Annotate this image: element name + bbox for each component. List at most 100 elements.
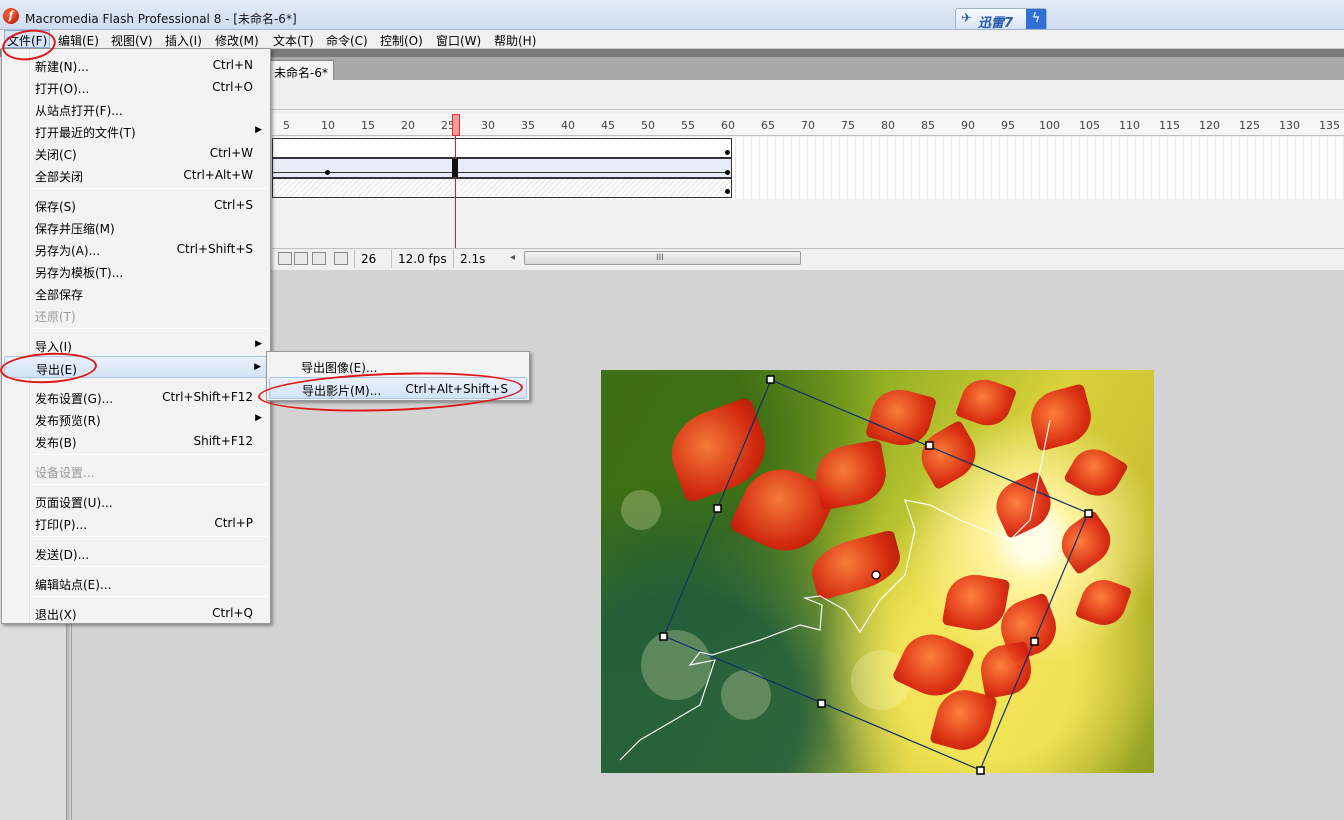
elapsed-time-readout: 2.1s — [453, 250, 491, 268]
ruler-frame-number: 60 — [721, 119, 735, 132]
file-menu-item[interactable]: 从站点打开(F)... — [4, 98, 269, 120]
document-tab[interactable]: 未命名-6* — [268, 60, 334, 80]
file-menu-dropdown: 新建(N)... Ctrl+N 打开(O)... Ctrl+O 从站点打开(F)... 打… — [1, 48, 271, 624]
menu-bar: 文件(F) 编辑(E) 视图(V) 插入(I) 修改(M) 文本(T) 命令(C… — [0, 30, 1344, 49]
flash-app-icon[interactable]: f — [3, 8, 19, 24]
ruler-frame-number: 20 — [401, 119, 415, 132]
ruler-frame-number: 95 — [1001, 119, 1015, 132]
menu-window[interactable]: 窗口(W) — [436, 32, 481, 49]
keyframe-dot[interactable] — [725, 189, 730, 194]
menu-item-label: 另存为(A)... — [35, 244, 101, 258]
menu-separator — [32, 596, 268, 597]
menu-item-shortcut: Ctrl+Shift+F12 — [162, 390, 253, 404]
file-menu-item[interactable]: 发布预览(R) ▶ — [4, 408, 269, 430]
file-menu-item[interactable]: 新建(N)... Ctrl+N — [4, 54, 269, 76]
file-menu-item[interactable]: 打开(O)... Ctrl+O — [4, 76, 269, 98]
menu-control[interactable]: 控制(O) — [380, 32, 423, 49]
layer-frames-2[interactable] — [272, 158, 732, 178]
ruler-frame-number: 105 — [1079, 119, 1100, 132]
thunder-badge-label: 迅雷7 — [978, 16, 1014, 31]
file-menu-item[interactable]: 全部保存 — [4, 282, 269, 304]
menu-item-label: 发布预览(R) — [35, 414, 101, 428]
file-menu-item[interactable]: 发布设置(G)... Ctrl+Shift+F12 — [4, 386, 269, 408]
keyframe-dot[interactable] — [325, 170, 330, 175]
file-menu-item[interactable]: 发布(B) Shift+F12 — [4, 430, 269, 452]
file-menu-item[interactable]: 打开最近的文件(T) ▶ — [4, 120, 269, 142]
menu-item-label: 保存(S) — [35, 200, 76, 214]
ruler-frame-number: 125 — [1239, 119, 1260, 132]
ruler-frame-number: 55 — [681, 119, 695, 132]
menu-item-shortcut: Ctrl+W — [209, 146, 253, 160]
menu-item-label: 全部保存 — [35, 288, 84, 302]
layer-frames-3[interactable] — [272, 178, 732, 198]
menu-view[interactable]: 视图(V) — [111, 32, 153, 49]
submenu-arrow-icon: ▶ — [255, 413, 262, 423]
menu-item-shortcut: Ctrl+S — [213, 198, 253, 212]
scrollbar-grip-icon: III — [656, 253, 664, 263]
menu-item-label: 退出(X) — [35, 608, 77, 622]
thunder-bird-icon: ✈ — [961, 11, 972, 26]
menu-edit[interactable]: 编辑(E) — [58, 32, 99, 49]
frame-ruler[interactable]: 5 10 15 20 25 30 35 40 45 50 55 60 65 70 75 80 85 90 95 100… — [272, 114, 1344, 136]
file-menu-item[interactable]: 另存为模板(T)... — [4, 260, 269, 282]
ruler-frame-number: 115 — [1159, 119, 1180, 132]
file-menu-item[interactable]: 保存并压缩(M) — [4, 216, 269, 238]
menu-item-shortcut: Ctrl+Shift+S — [176, 242, 253, 256]
menu-separator — [32, 328, 268, 329]
frame-grid[interactable] — [272, 137, 1344, 199]
menu-item-label: 发布设置(G)... — [35, 392, 114, 406]
ruler-frame-number: 40 — [561, 119, 575, 132]
menu-item-label: 发送(D)... — [35, 548, 90, 562]
ruler-frame-number: 75 — [841, 119, 855, 132]
edit-multiple-frames-icon[interactable] — [334, 252, 348, 265]
file-menu-item[interactable]: 全部关闭 Ctrl+Alt+W — [4, 164, 269, 186]
file-menu-item[interactable]: 发送(D)... — [4, 542, 269, 564]
menu-item-shortcut: Ctrl+Alt+W — [183, 168, 253, 182]
file-menu-item[interactable]: 页面设置(U)... — [4, 490, 269, 512]
playhead-handle[interactable] — [452, 114, 460, 136]
menu-item-label: 设备设置... — [35, 466, 95, 480]
keyframe-dot[interactable] — [725, 170, 730, 175]
frame-rate-readout[interactable]: 12.0 fps — [391, 250, 453, 268]
file-menu-item[interactable]: 保存(S) Ctrl+S — [4, 194, 269, 216]
ruler-frame-number: 85 — [921, 119, 935, 132]
title-bar: f Macromedia Flash Professional 8 - [未命名… — [0, 0, 1344, 31]
menu-insert[interactable]: 插入(I) — [165, 32, 202, 49]
ruler-frame-number: 45 — [601, 119, 615, 132]
layer-frames-1[interactable] — [272, 138, 732, 158]
menu-item-label: 发布(B) — [35, 436, 77, 450]
menu-item-label: 关闭(C) — [35, 148, 77, 162]
ruler-frame-number: 5 — [283, 119, 290, 132]
keyframe-dot[interactable] — [725, 150, 730, 155]
window-title: Macromedia Flash Professional 8 - [未命名-6… — [25, 12, 297, 26]
menu-item-shortcut: Ctrl+P — [214, 516, 253, 530]
autumn-leaves-image[interactable] — [601, 370, 1154, 773]
menu-separator — [32, 188, 268, 189]
menu-separator — [32, 536, 268, 537]
file-menu-item[interactable]: 打印(P)... Ctrl+P — [4, 512, 269, 534]
ruler-frame-number: 110 — [1119, 119, 1140, 132]
menu-separator — [32, 566, 268, 567]
menu-commands[interactable]: 命令(C) — [326, 32, 368, 49]
playhead-line — [455, 136, 456, 248]
ruler-frame-number: 15 — [361, 119, 375, 132]
file-menu-item[interactable]: 退出(X) Ctrl+Q — [4, 602, 269, 624]
onion-skin-outlines-icon[interactable] — [312, 252, 326, 265]
ruler-frame-number: 100 — [1039, 119, 1060, 132]
thunder-download-badge[interactable]: ✈ 迅雷7 ϟ — [955, 8, 1047, 31]
menu-text[interactable]: 文本(T) — [273, 32, 314, 49]
menu-help[interactable]: 帮助(H) — [494, 32, 536, 49]
menu-modify[interactable]: 修改(M) — [215, 32, 259, 49]
file-menu-item[interactable]: 编辑站点(E)... — [4, 572, 269, 594]
file-menu-item[interactable]: 另存为(A)... Ctrl+Shift+S — [4, 238, 269, 260]
menu-item-label: 打印(P)... — [35, 518, 88, 532]
file-menu-item[interactable]: 关闭(C) Ctrl+W — [4, 142, 269, 164]
scroll-left-icon[interactable]: ◂ — [510, 252, 515, 263]
ruler-frame-number: 35 — [521, 119, 535, 132]
menu-item-shortcut: Ctrl+N — [212, 58, 253, 72]
center-frame-icon[interactable] — [278, 252, 292, 265]
menu-separator — [32, 454, 268, 455]
onion-skin-icon[interactable] — [294, 252, 308, 265]
ruler-frame-number: 50 — [641, 119, 655, 132]
file-menu-item: 还原(T) — [4, 304, 269, 326]
